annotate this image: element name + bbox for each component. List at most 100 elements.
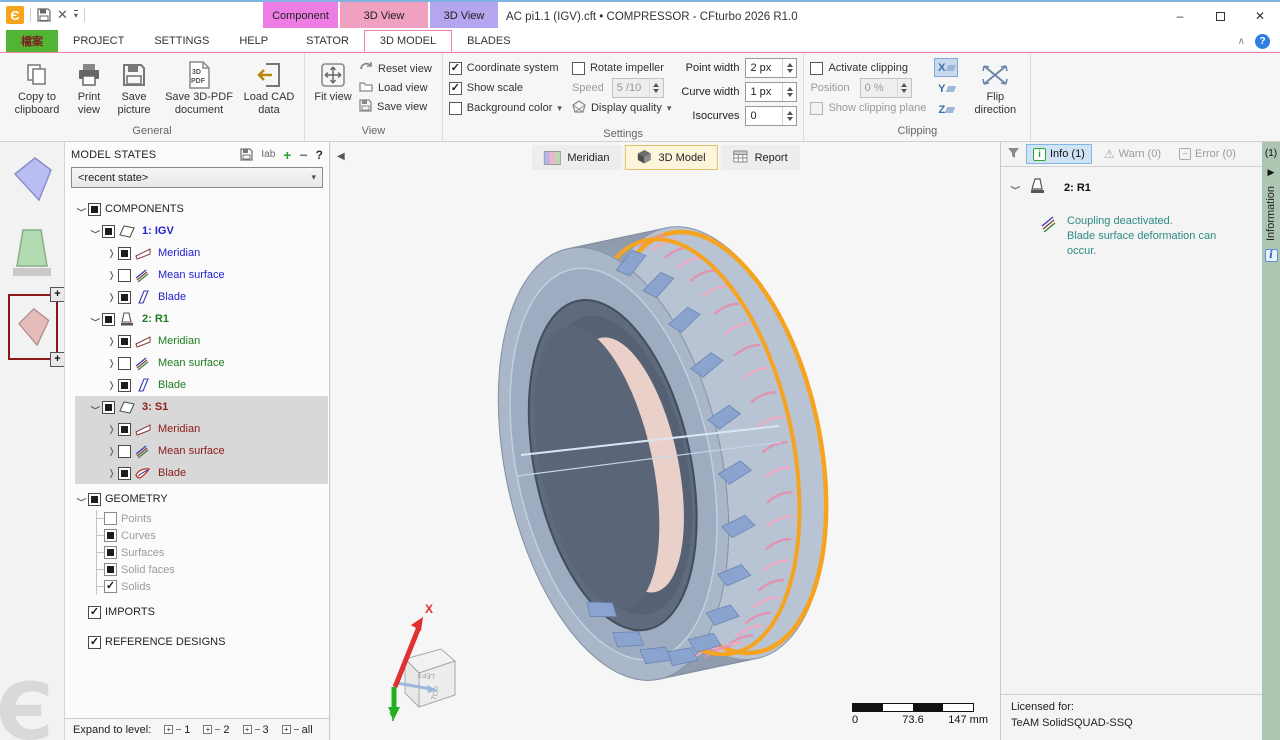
tree-node-s1-blade[interactable]: ❭ Blade (75, 462, 328, 484)
print-view-button[interactable]: Print view (68, 56, 110, 117)
expander-icon[interactable]: ❭ (105, 468, 118, 479)
tab-settings[interactable]: SETTINGS (139, 30, 224, 52)
reset-view-button[interactable]: Reset view (359, 61, 432, 76)
help-icon[interactable]: ? (1255, 34, 1270, 49)
tree-node-r1-meridian[interactable]: ❭ Meridian (75, 330, 329, 352)
close-document-icon[interactable]: ✕ (57, 7, 68, 23)
collapse-panel-icon[interactable]: ◀ (337, 151, 345, 162)
spinner-arrows-icon[interactable] (782, 107, 796, 125)
tree-node-reference-designs[interactable]: REFERENCE DESIGNS (75, 631, 329, 653)
activate-clipping-checkbox[interactable]: Activate clipping (810, 58, 926, 78)
tab-error[interactable]: − Error (0) (1173, 144, 1242, 164)
checkbox-icon[interactable] (118, 290, 131, 304)
component-thumb-s1-selected[interactable]: + + (8, 287, 64, 367)
save-icon[interactable] (37, 8, 51, 22)
tree-node-igv-mean-surface[interactable]: ❭ Mean surface (75, 264, 329, 286)
rotate-impeller-checkbox[interactable]: Rotate impeller (571, 58, 671, 78)
tab-info[interactable]: i Info (1) (1026, 144, 1092, 164)
clip-axis-y-button[interactable]: Y (934, 79, 958, 98)
tree-node-s1[interactable]: ❭ 3: S1 (75, 396, 328, 418)
tab-file[interactable]: 檔案 (6, 30, 58, 52)
flip-direction-button[interactable]: Flip direction (966, 56, 1024, 117)
expander-icon[interactable]: ❭ (1010, 181, 1021, 194)
expand-level-all-button[interactable]: + all (281, 724, 313, 736)
tree-node-igv-meridian[interactable]: ❭ Meridian (75, 242, 329, 264)
expander-icon[interactable]: ❭ (76, 493, 87, 506)
clip-axis-z-button[interactable]: Z (934, 100, 958, 119)
tree-node-r1-mean-surface[interactable]: ❭ Mean surface (75, 352, 329, 374)
checkbox-icon[interactable] (104, 512, 117, 525)
tree-node-solids[interactable]: Solids (97, 578, 329, 595)
spinner-arrows-icon[interactable] (782, 83, 796, 101)
checkbox-icon[interactable] (104, 563, 117, 576)
save-state-icon[interactable] (240, 148, 254, 161)
checkbox-icon[interactable] (88, 202, 101, 216)
expand-level-2-button[interactable]: +2 (203, 724, 230, 736)
tree-node-components[interactable]: ❭ COMPONENTS (75, 198, 329, 220)
tab-warn[interactable]: ⚠ Warn (0) (1098, 144, 1167, 164)
checkbox-icon[interactable] (102, 312, 115, 326)
display-quality-dropdown[interactable]: Display quality ▾ (572, 98, 671, 118)
expander-icon[interactable]: ❭ (105, 292, 118, 303)
checkbox-icon[interactable] (102, 400, 115, 414)
checkbox-icon[interactable] (118, 268, 131, 282)
tree-node-curves[interactable]: Curves (97, 527, 329, 544)
tree-node-s1-meridian[interactable]: ❭ Meridian (75, 418, 328, 440)
checkbox-icon[interactable] (118, 334, 131, 348)
axis-triad[interactable]: LEFT TOP X Y (353, 597, 468, 722)
tree-node-points[interactable]: Points (97, 510, 329, 527)
tab-meridian[interactable]: Meridian (531, 145, 622, 170)
position-spinner[interactable]: 0 % (859, 78, 912, 98)
customize-toolbar-icon[interactable]: ▾ (73, 10, 78, 20)
tree-node-igv[interactable]: ❭ 1: IGV (75, 220, 329, 242)
tab-blades[interactable]: BLADES (452, 30, 525, 52)
coordinate-system-checkbox[interactable]: Coordinate system (448, 58, 562, 78)
tree-node-geometry[interactable]: ❭ GEOMETRY (75, 488, 329, 510)
load-view-button[interactable]: Load view (359, 80, 432, 95)
tab-3d-model-view[interactable]: 3D Model (624, 145, 718, 170)
save-3d-pdf-button[interactable]: 3D PDF Save 3D-PDF document (158, 56, 240, 117)
expander-icon[interactable]: ❭ (105, 424, 118, 435)
add-component-after-button[interactable]: + (50, 352, 64, 367)
checkbox-icon[interactable] (104, 529, 117, 542)
background-color-checkbox[interactable]: Background color ▾ (448, 98, 562, 118)
add-component-before-button[interactable]: + (50, 287, 64, 302)
isocurves-spinner[interactable]: 0 (745, 106, 798, 126)
expander-icon[interactable]: ❭ (90, 225, 101, 238)
spinner-arrows-icon[interactable] (782, 59, 796, 77)
tree-node-igv-blade[interactable]: ❭ Blade (75, 286, 329, 308)
tree-node-solid-faces[interactable]: Solid faces (97, 561, 329, 578)
tab-report[interactable]: Report (720, 145, 800, 170)
3d-viewport[interactable]: ◀ Meridian 3D Model Report LEFT TOP X Y … (331, 142, 1000, 740)
checkbox-icon[interactable] (118, 466, 131, 480)
checkbox-icon[interactable] (102, 224, 115, 238)
tab-help[interactable]: HELP (224, 30, 283, 52)
checkbox-icon[interactable] (118, 444, 131, 458)
rename-state-icon[interactable]: Iab (261, 149, 275, 160)
spinner-arrows-icon[interactable] (648, 79, 663, 97)
expander-icon[interactable]: ❭ (105, 380, 118, 391)
show-scale-checkbox[interactable]: Show scale (448, 78, 562, 98)
fit-view-button[interactable]: Fit view (311, 56, 355, 104)
state-dropdown[interactable]: <recent state> ▾ (71, 167, 323, 188)
tree-node-surfaces[interactable]: Surfaces (97, 544, 329, 561)
message-node-r1[interactable]: ❭ 2: R1 (1009, 177, 1256, 198)
message-item[interactable]: Coupling deactivated. Blade surface defo… (1039, 214, 1256, 259)
expand-level-3-button[interactable]: +3 (242, 724, 269, 736)
tree-node-r1[interactable]: ❭ 2: R1 (75, 308, 329, 330)
remove-state-icon[interactable]: − (299, 147, 307, 163)
tab-stator[interactable]: STATOR (291, 30, 364, 52)
minimize-button[interactable]: – (1160, 2, 1200, 30)
expander-icon[interactable]: ❭ (105, 446, 118, 457)
checkbox-icon[interactable] (118, 356, 131, 370)
checkbox-icon[interactable] (88, 605, 101, 619)
save-picture-button[interactable]: Save picture (110, 56, 158, 117)
expand-level-1-button[interactable]: +1 (164, 724, 190, 736)
information-side-tab[interactable]: (1) ▶ Information i (1262, 142, 1280, 740)
component-thumb-igv[interactable] (0, 156, 64, 204)
checkbox-icon[interactable] (118, 422, 131, 436)
tab-project[interactable]: PROJECT (58, 30, 139, 52)
maximize-button[interactable] (1200, 2, 1240, 30)
copy-to-clipboard-button[interactable]: Copy to clipboard (6, 56, 68, 117)
model-states-help-icon[interactable]: ? (316, 148, 323, 162)
